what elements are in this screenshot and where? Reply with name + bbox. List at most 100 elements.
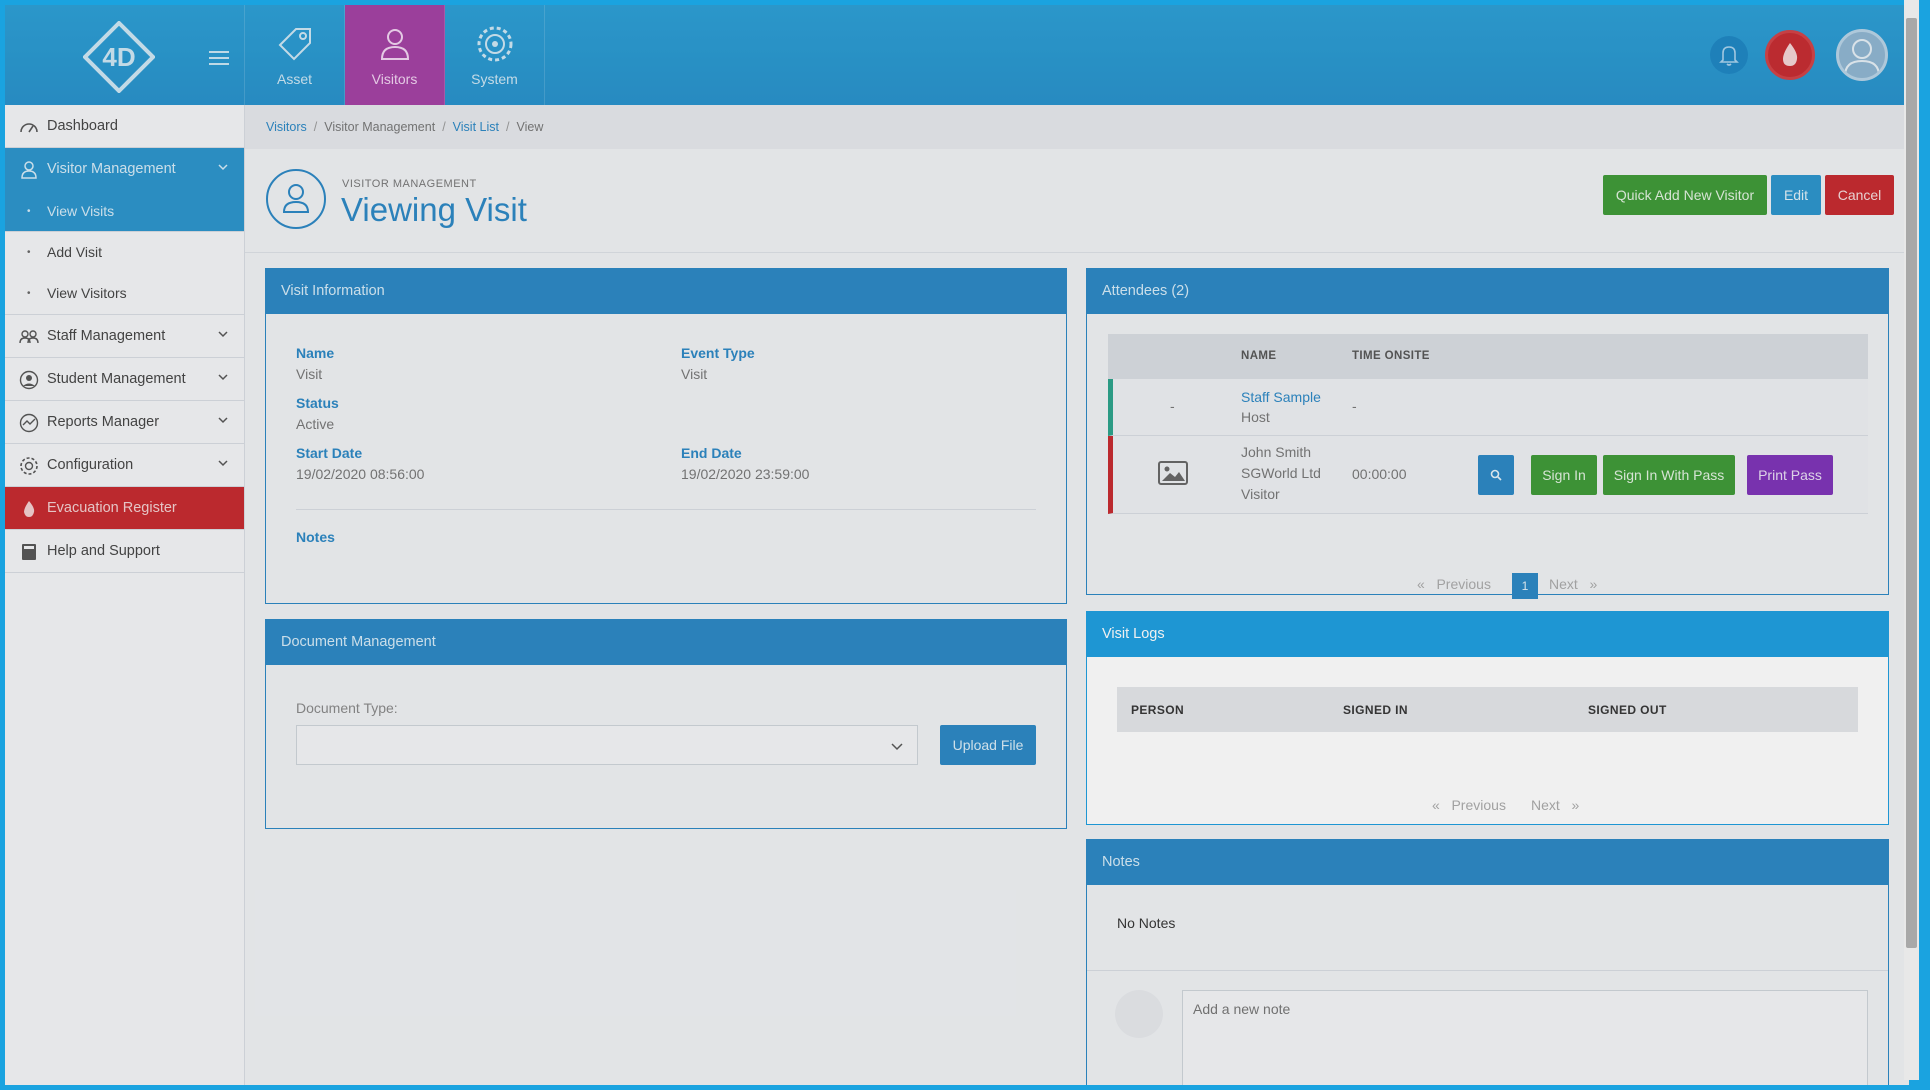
- prev-arrow: «: [1432, 797, 1440, 813]
- top-bar: 4D Asset Visitors System: [5, 5, 1909, 105]
- divider: [296, 509, 1036, 510]
- print-pass-button[interactable]: Print Pass: [1747, 455, 1833, 495]
- dashboard-icon: [20, 123, 38, 133]
- notes-label: Notes: [296, 529, 335, 545]
- book-icon: [22, 544, 36, 560]
- sign-in-with-pass-button[interactable]: Sign In With Pass: [1603, 455, 1735, 495]
- topnav-visitors-label: Visitors: [371, 71, 418, 87]
- pagination-next[interactable]: Next »: [1531, 797, 1579, 813]
- attendee-name-link[interactable]: Staff Sample: [1241, 387, 1321, 408]
- prev-arrow: «: [1417, 576, 1425, 592]
- sidebar-item-reports-manager[interactable]: Reports Manager: [5, 401, 244, 444]
- topnav-visitors[interactable]: Visitors: [345, 5, 445, 105]
- table-header: NAME TIME ONSITE: [1108, 334, 1868, 379]
- page-header: VISITOR MANAGEMENT Viewing Visit Quick A…: [245, 149, 1909, 253]
- attendee-company: SGWorld Ltd: [1241, 465, 1321, 481]
- pagination-previous[interactable]: « Previous: [1432, 797, 1506, 813]
- sidebar-item-label: Student Management: [47, 371, 186, 387]
- chevron-down-icon: [218, 331, 228, 338]
- sidebar-item-student-management[interactable]: Student Management: [5, 358, 244, 401]
- chevron-down-icon: [218, 374, 228, 381]
- panel-title: Notes: [1087, 840, 1888, 885]
- quick-add-visitor-button[interactable]: Quick Add New Visitor: [1603, 175, 1767, 215]
- column-header-signed-out: SIGNED OUT: [1588, 703, 1667, 717]
- search-button[interactable]: [1478, 455, 1514, 495]
- sign-in-button[interactable]: Sign In: [1531, 455, 1597, 495]
- bell-icon: [1719, 46, 1739, 66]
- student-icon: [19, 370, 39, 390]
- menu-toggle-icon[interactable]: [209, 51, 229, 65]
- name-value: Visit: [296, 366, 323, 382]
- sidebar-item-add-visit[interactable]: Add Visit: [5, 232, 244, 273]
- sidebar-item-staff-management[interactable]: Staff Management: [5, 315, 244, 358]
- chevron-down-icon: [218, 417, 228, 424]
- notifications-button[interactable]: [1710, 36, 1748, 74]
- document-type-select[interactable]: [296, 725, 918, 765]
- edit-button[interactable]: Edit: [1771, 175, 1821, 215]
- sidebar-item-view-visitors[interactable]: View Visitors: [5, 273, 244, 314]
- scrollbar-thumb[interactable]: [1906, 18, 1917, 948]
- evacuation-alert-button[interactable]: [1765, 30, 1815, 80]
- user-profile-button[interactable]: [1836, 29, 1888, 81]
- document-management-panel: Document Management Document Type: Uploa…: [265, 619, 1067, 829]
- sidebar-item-dashboard[interactable]: Dashboard: [5, 105, 244, 148]
- pagination-previous-label: Previous: [1436, 576, 1491, 592]
- start-date-value: 19/02/2020 08:56:00: [296, 466, 425, 482]
- sidebar-item-configuration[interactable]: Configuration: [5, 444, 244, 487]
- next-arrow: »: [1589, 576, 1598, 592]
- attendee-name: John Smith: [1241, 444, 1312, 460]
- pagination-page-1[interactable]: 1: [1512, 573, 1538, 599]
- new-note-input[interactable]: [1182, 990, 1868, 1085]
- breadcrumb-visitors[interactable]: Visitors: [266, 120, 307, 134]
- breadcrumb-view: View: [516, 120, 544, 134]
- notes-panel: Notes No Notes: [1086, 839, 1889, 1085]
- column-header-signed-in: SIGNED IN: [1343, 703, 1408, 717]
- photo-cell: -: [1170, 398, 1175, 414]
- sidebar-item-help-support[interactable]: Help and Support: [5, 530, 244, 573]
- sidebar-item-label: View Visits: [47, 203, 115, 219]
- sidebar-item-evacuation-register[interactable]: Evacuation Register: [5, 487, 244, 530]
- divider: [1087, 970, 1888, 971]
- no-notes-text: No Notes: [1117, 915, 1176, 931]
- status-label: Status: [296, 395, 339, 411]
- start-date-label: Start Date: [296, 445, 363, 461]
- breadcrumb-visitor-management: Visitor Management: [324, 120, 436, 134]
- end-date-label: End Date: [681, 445, 742, 461]
- image-placeholder-icon: [1158, 461, 1188, 485]
- chevron-down-icon: [218, 460, 228, 467]
- search-icon: [1490, 469, 1502, 481]
- attendees-panel: Attendees (2) NAME TIME ONSITE - Staff S…: [1086, 268, 1889, 599]
- panel-title: Visit Logs: [1087, 612, 1888, 657]
- time-onsite: -: [1352, 398, 1357, 414]
- sidebar-item-visitor-management[interactable]: Visitor Management: [5, 148, 244, 191]
- user-icon: [282, 184, 310, 213]
- attendee-role: Visitor: [1241, 486, 1280, 502]
- table-header: PERSON SIGNED IN SIGNED OUT: [1117, 687, 1858, 732]
- sidebar-item-label: Evacuation Register: [47, 500, 177, 516]
- breadcrumb-visit-list[interactable]: Visit List: [453, 120, 499, 134]
- upload-file-button[interactable]: Upload File: [940, 725, 1036, 765]
- cog-icon: [20, 457, 38, 475]
- document-type-label: Document Type:: [296, 700, 398, 716]
- attendees-table: NAME TIME ONSITE - Staff Sample Host - J…: [1108, 334, 1868, 514]
- breadcrumb-separator: /: [313, 120, 318, 134]
- time-onsite: 00:00:00: [1352, 466, 1407, 482]
- page-kicker: VISITOR MANAGEMENT: [342, 178, 477, 190]
- event-type-value: Visit: [681, 366, 708, 382]
- page-scrollbar[interactable]: [1904, 0, 1919, 1080]
- breadcrumb-separator: /: [442, 120, 446, 134]
- sidebar-item-view-visits[interactable]: View Visits: [5, 191, 244, 232]
- topnav-asset-label: Asset: [276, 71, 312, 87]
- column-header-name: NAME: [1241, 350, 1277, 362]
- topnav-system[interactable]: System: [445, 5, 545, 105]
- cancel-button[interactable]: Cancel: [1825, 175, 1894, 215]
- sidebar-item-label: Help and Support: [47, 543, 160, 559]
- topnav-asset[interactable]: Asset: [245, 5, 345, 105]
- app-logo[interactable]: 4D: [83, 21, 155, 93]
- pagination-next[interactable]: Next »: [1549, 576, 1597, 592]
- flame-icon: [24, 501, 35, 517]
- sidebar-item-label: View Visitors: [47, 285, 127, 301]
- sidebar-submenu: View Visits Add Visit View Visitors: [5, 191, 244, 315]
- pagination-previous[interactable]: « Previous: [1417, 576, 1491, 592]
- breadcrumb: Visitors / Visitor Management / Visit List / V…: [245, 105, 1909, 149]
